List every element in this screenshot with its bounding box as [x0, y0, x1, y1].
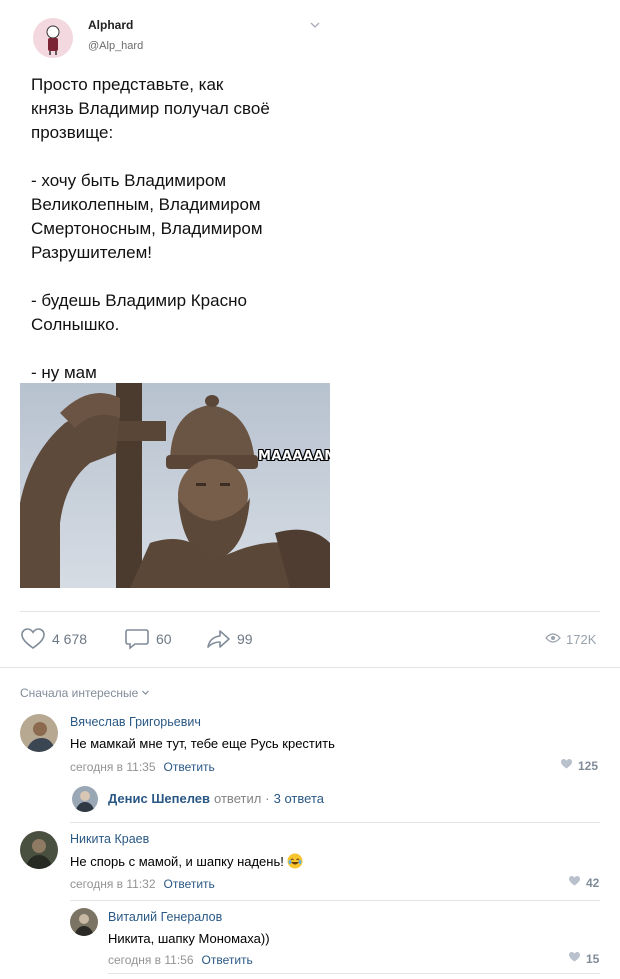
reply-time[interactable]: сегодня в 11:56 [108, 953, 194, 967]
eye-icon [545, 632, 561, 647]
divider [70, 900, 600, 901]
heart-icon [568, 875, 581, 890]
comment-author[interactable]: Никита Краев [70, 832, 149, 846]
share-button[interactable]: 99 [205, 627, 253, 651]
reply-text: Никита, шапку Мономаха)) [108, 931, 270, 946]
reply-avatar[interactable] [70, 908, 98, 936]
commenter-avatar[interactable] [20, 831, 58, 869]
reply-like-count: 15 [586, 951, 600, 966]
thread-replies: Денис Шепелев ответил · 3 ответа [108, 791, 324, 806]
comment-text: Не мамкай мне тут, тебе еще Русь крестит… [70, 736, 335, 751]
chevron-down-icon [141, 686, 150, 700]
thread-replied: ответил [214, 791, 262, 806]
like-button[interactable]: 4 678 [20, 627, 87, 651]
post-text: Просто представьте, как князь Владимир п… [31, 75, 270, 382]
views-count: 172K [566, 632, 597, 647]
comment-like-count: 125 [578, 758, 599, 773]
reply-link[interactable]: Ответить [164, 877, 215, 891]
sort-label: Сначала интересные [20, 686, 139, 700]
divider [70, 822, 600, 823]
reply-link[interactable]: Ответить [202, 953, 253, 967]
comment-count: 60 [156, 631, 172, 647]
author-handle[interactable]: @Alp_hard [88, 40, 143, 52]
comment-icon [124, 627, 150, 651]
thread-author[interactable]: Денис Шепелев [108, 791, 210, 806]
comment-time[interactable]: сегодня в 11:32 [70, 877, 156, 891]
reply-author[interactable]: Виталий Генералов [108, 910, 222, 924]
heart-icon [568, 951, 581, 966]
comment-time[interactable]: сегодня в 11:35 [70, 760, 156, 774]
post-image[interactable]: МАААААМ [20, 383, 330, 588]
comment-like-button[interactable]: 42 [568, 875, 599, 890]
comment-like-button[interactable]: 125 [560, 758, 598, 773]
comment-text-content: Не спорь с мамой, и шапку надень! [70, 854, 284, 869]
comment-author[interactable]: Вячеслав Григорьевич [70, 715, 201, 729]
share-count: 99 [237, 631, 253, 647]
reply-meta: сегодня в 11:56 Ответить [108, 953, 253, 967]
laughing-emoji-icon [287, 853, 303, 869]
divider [0, 667, 620, 668]
heart-icon [20, 627, 46, 651]
like-count: 4 678 [52, 631, 88, 647]
chevron-down-icon[interactable] [309, 18, 321, 30]
author-avatar[interactable] [33, 18, 73, 58]
thread-dot: · [265, 791, 270, 806]
author-name[interactable]: Alphard [88, 18, 133, 32]
thread-avatar[interactable] [72, 786, 98, 812]
divider [108, 973, 600, 974]
comment-button[interactable]: 60 [124, 627, 172, 651]
views-counter: 172K [545, 632, 596, 647]
reply-link[interactable]: Ответить [164, 760, 215, 774]
comment-like-count: 42 [586, 875, 600, 890]
commenter-avatar[interactable] [20, 714, 58, 752]
meme-caption: МАААААМ [258, 449, 330, 464]
comments-sort-dropdown[interactable]: Сначала интересные [20, 686, 150, 700]
comment-meta: сегодня в 11:32 Ответить [70, 877, 215, 891]
comment-text: Не спорь с мамой, и шапку надень! [70, 853, 303, 869]
reply-like-button[interactable]: 15 [568, 951, 599, 966]
thread-count-link[interactable]: 3 ответа [274, 791, 324, 806]
divider [20, 611, 600, 612]
heart-icon [560, 758, 573, 773]
share-icon [205, 627, 231, 651]
comment-meta: сегодня в 11:35 Ответить [70, 760, 215, 774]
